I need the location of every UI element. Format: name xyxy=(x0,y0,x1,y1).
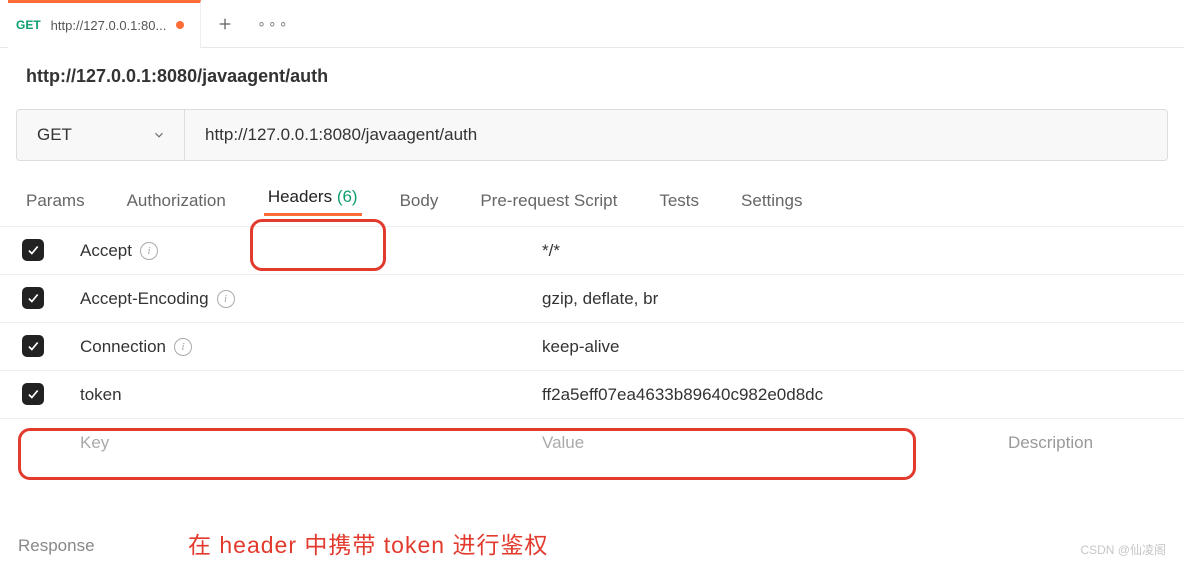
tab-tests[interactable]: Tests xyxy=(655,189,703,213)
tab-method-label: GET xyxy=(16,18,41,32)
table-row: token ff2a5eff07ea4633b89640c982e0d8dc xyxy=(0,371,1184,419)
request-row: GET http://127.0.0.1:8080/javaagent/auth xyxy=(16,109,1168,161)
tab-title: http://127.0.0.1:80... xyxy=(51,18,167,33)
row-checkbox[interactable] xyxy=(22,383,44,405)
url-input[interactable]: http://127.0.0.1:8080/javaagent/auth xyxy=(185,110,1167,160)
tab-bar: GET http://127.0.0.1:80... ∘∘∘ xyxy=(0,0,1184,48)
tab-headers-count: (6) xyxy=(337,187,358,206)
header-key-placeholder[interactable]: Key xyxy=(66,419,528,467)
request-title: http://127.0.0.1:8080/javaagent/auth xyxy=(0,48,1184,103)
new-tab-button[interactable] xyxy=(201,0,249,48)
info-icon[interactable]: i xyxy=(217,290,235,308)
method-select[interactable]: GET xyxy=(17,110,185,160)
tab-settings[interactable]: Settings xyxy=(737,189,806,213)
header-key-cell[interactable]: Connectioni xyxy=(66,323,528,371)
tab-authorization[interactable]: Authorization xyxy=(123,189,230,213)
table-row-placeholder: Key Value Description xyxy=(0,419,1184,467)
tab-body[interactable]: Body xyxy=(396,189,443,213)
header-value-cell[interactable]: ff2a5eff07ea4633b89640c982e0d8dc xyxy=(528,371,994,419)
header-key-cell[interactable]: Accept-Encodingi xyxy=(66,275,528,323)
table-row: Accept-Encodingi gzip, deflate, br xyxy=(0,275,1184,323)
header-desc-placeholder[interactable]: Description xyxy=(994,419,1184,467)
unsaved-dot-icon xyxy=(176,21,184,29)
header-value-cell[interactable]: */* xyxy=(528,227,994,275)
header-value-cell[interactable]: gzip, deflate, br xyxy=(528,275,994,323)
tab-overflow-button[interactable]: ∘∘∘ xyxy=(249,15,297,32)
info-icon[interactable]: i xyxy=(140,242,158,260)
watermark: CSDN @仙凌阁 xyxy=(1080,541,1166,558)
header-key-cell[interactable]: token xyxy=(66,371,528,419)
annotation-text: 在 header 中携带 token 进行鉴权 xyxy=(188,526,548,560)
info-icon[interactable]: i xyxy=(174,338,192,356)
tab-prerequest[interactable]: Pre-request Script xyxy=(476,189,621,213)
tab-params[interactable]: Params xyxy=(22,189,89,213)
tab-headers-label: Headers xyxy=(268,187,332,206)
header-value-cell[interactable]: keep-alive xyxy=(528,323,994,371)
tab-headers[interactable]: Headers (6) xyxy=(264,185,362,216)
table-row: Connectioni keep-alive xyxy=(0,323,1184,371)
header-key-cell[interactable]: Accepti xyxy=(66,227,528,275)
url-input-value: http://127.0.0.1:8080/javaagent/auth xyxy=(205,125,477,145)
headers-table: Accepti */* Accept-Encodingi gzip, defla… xyxy=(0,226,1184,467)
response-section-label: Response xyxy=(18,536,95,556)
row-checkbox[interactable] xyxy=(22,287,44,309)
chevron-down-icon xyxy=(152,128,166,142)
method-select-value: GET xyxy=(37,125,72,145)
row-checkbox[interactable] xyxy=(22,239,44,261)
request-subtabs: Params Authorization Headers (6) Body Pr… xyxy=(0,161,1184,226)
header-value-placeholder[interactable]: Value xyxy=(528,419,994,467)
request-tab[interactable]: GET http://127.0.0.1:80... xyxy=(8,0,201,48)
table-row: Accepti */* xyxy=(0,227,1184,275)
row-checkbox[interactable] xyxy=(22,335,44,357)
